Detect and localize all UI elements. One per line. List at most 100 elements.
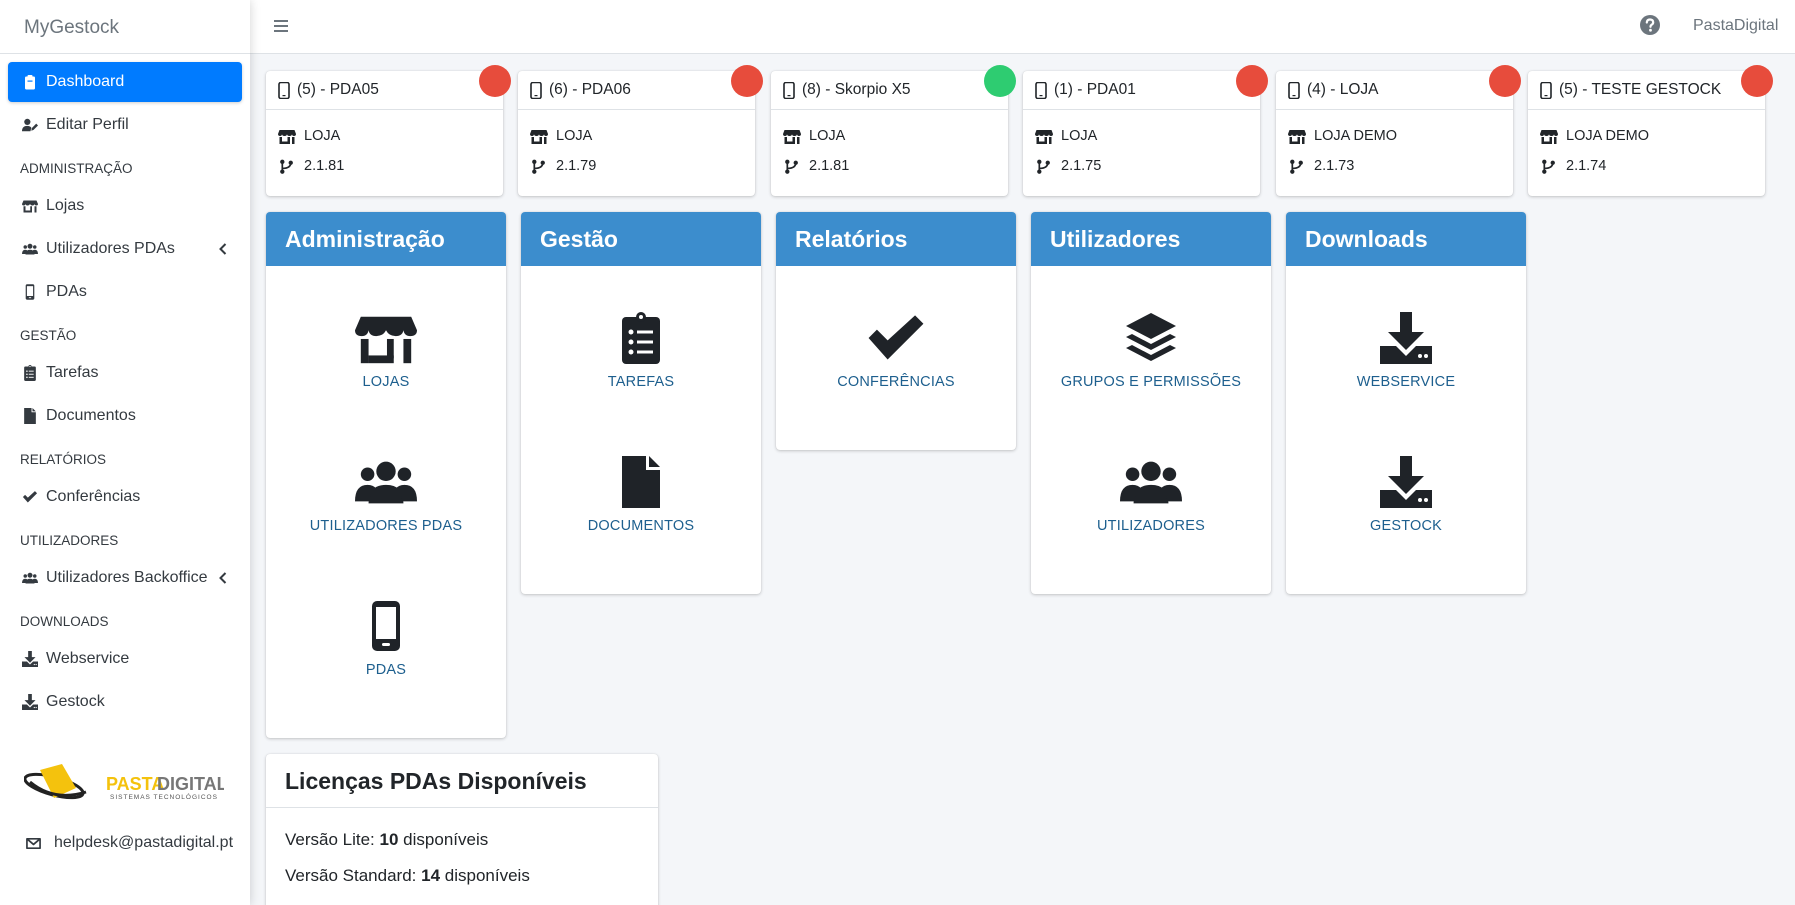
module-link-grupos-e-permissões[interactable]: GRUPOS E PERMISSÕES: [1031, 302, 1271, 390]
device-card[interactable]: (6) - PDA06 LOJA 2.1.79: [518, 65, 763, 196]
tasks-icon: [521, 312, 761, 364]
sidebar-header-11: UTILIZADORES: [20, 532, 119, 548]
device-version-number: 2.1.81: [809, 158, 850, 174]
store-icon: [1035, 129, 1061, 144]
sidebar-item-webservice[interactable]: Webservice: [8, 639, 242, 679]
device-store-name: LOJA DEMO: [1566, 128, 1649, 144]
mobile-icon: [278, 81, 297, 99]
device-version-number: 2.1.74: [1566, 158, 1607, 174]
status-dot-offline: [731, 65, 763, 97]
device-store: LOJA: [518, 126, 755, 146]
device-store-name: LOJA DEMO: [1314, 128, 1397, 144]
module-link-label: DOCUMENTOS: [587, 518, 695, 534]
licences-card: Licenças PDAs Disponíveis Versão Lite: 1…: [266, 754, 658, 905]
users-icon: [20, 240, 40, 258]
sidebar-header-9: RELATÓRIOS: [20, 451, 107, 467]
sidebar-item-tarefas[interactable]: Tarefas: [8, 353, 242, 393]
device-version: 2.1.81: [266, 156, 503, 176]
user-edit-icon: [20, 116, 40, 134]
clipboard-icon: [20, 73, 40, 91]
module-link-documentos[interactable]: DOCUMENTOS: [521, 446, 761, 534]
sidebar-item-label: Gestock: [46, 693, 105, 710]
module-link-label: PDAS: [365, 662, 407, 678]
device-version: 2.1.75: [1023, 156, 1260, 176]
check-icon: [776, 312, 1016, 364]
sidebar-item-documentos[interactable]: Documentos: [8, 396, 242, 436]
module-link-utilizadores[interactable]: UTILIZADORES: [1031, 446, 1271, 534]
status-dot-offline: [479, 65, 511, 97]
branch-icon: [783, 159, 809, 174]
help-icon[interactable]: [1639, 14, 1661, 36]
device-card[interactable]: (1) - PDA01 LOJA 2.1.75: [1023, 65, 1268, 196]
brand-title[interactable]: MyGestock: [0, 0, 250, 54]
sidebar-item-conferências[interactable]: Conferências: [8, 477, 242, 517]
device-card[interactable]: (8) - Skorpio X5 LOJA 2.1.81: [771, 65, 1016, 196]
device-header: (6) - PDA06: [518, 71, 755, 110]
sidebar-item-dashboard[interactable]: Dashboard: [8, 62, 242, 102]
sidebar-item-label: Lojas: [46, 197, 85, 214]
envelope-icon: [26, 837, 41, 849]
module-link-gestock[interactable]: GESTOCK: [1286, 446, 1526, 534]
download-icon: [20, 650, 40, 668]
branch-icon: [1540, 159, 1566, 174]
layers-icon: [1031, 312, 1271, 364]
file-icon: [521, 456, 761, 508]
sidebar-item-label: Dashboard: [46, 73, 125, 90]
module-link-utilizadores-pdas[interactable]: UTILIZADORES PDAS: [266, 446, 506, 534]
licence-standard-count: 14: [421, 866, 441, 885]
device-card[interactable]: (5) - TESTE GESTOCK LOJA DEMO 2.1.74: [1528, 65, 1773, 196]
device-store: LOJA DEMO: [1276, 126, 1513, 146]
device-name: (6) - PDA06: [549, 81, 631, 98]
module-card-gestão: Gestão TAREFAS DOCUMENTOS: [521, 212, 761, 594]
mobile-icon: [1288, 81, 1307, 99]
module-link-conferências[interactable]: CONFERÊNCIAS: [776, 302, 1016, 390]
branch-icon: [278, 159, 304, 174]
chevron-left-icon: [219, 243, 227, 255]
store-icon: [1288, 129, 1314, 144]
sidebar-item-editar-perfil[interactable]: Editar Perfil: [8, 105, 242, 145]
device-card[interactable]: (4) - LOJA LOJA DEMO 2.1.73: [1276, 65, 1521, 196]
svg-text:PASTA: PASTA: [106, 774, 164, 794]
device-header: (8) - Skorpio X5: [771, 71, 1008, 110]
sidebar-nav: Dashboard Editar Perfil ADMINISTRAÇÃO Lojas…: [0, 54, 250, 722]
sidebar-item-pdas[interactable]: PDAs: [8, 272, 242, 312]
mobile-icon: [1035, 81, 1054, 99]
sidebar-item-label: Documentos: [46, 407, 136, 424]
module-link-pdas[interactable]: PDAS: [266, 590, 506, 678]
device-header: (1) - PDA01: [1023, 71, 1260, 110]
device-name: (8) - Skorpio X5: [802, 81, 911, 98]
device-header: (5) - PDA05: [266, 71, 503, 110]
sidebar-item-utilizadores-pdas[interactable]: Utilizadores PDAs: [8, 229, 242, 269]
sidebar-item-label: Editar Perfil: [46, 116, 129, 133]
svg-text:DIGITAL: DIGITAL: [157, 774, 224, 794]
hamburger-icon[interactable]: [272, 17, 290, 35]
sidebar-item-lojas[interactable]: Lojas: [8, 186, 242, 226]
topbar: PastaDigital: [250, 0, 1795, 54]
status-dot-offline: [1489, 65, 1521, 97]
module-link-label: CONFERÊNCIAS: [837, 374, 955, 390]
sidebar-item-label: Conferências: [46, 488, 141, 505]
device-version: 2.1.74: [1528, 156, 1765, 176]
store-icon: [20, 197, 40, 215]
module-link-tarefas[interactable]: TAREFAS: [521, 302, 761, 390]
status-dot-online: [984, 65, 1016, 97]
sidebar-header-6: GESTÃO: [20, 327, 77, 343]
tasks-icon: [20, 364, 40, 382]
module-link-lojas[interactable]: LOJAS: [266, 302, 506, 390]
sidebar-item-gestock[interactable]: Gestock: [8, 682, 242, 722]
sidebar: MyGestock Dashboard Editar Perfil ADMINIST…: [0, 0, 250, 905]
module-title: Downloads: [1286, 212, 1526, 266]
helpdesk-link[interactable]: helpdesk@pastadigital.pt: [26, 834, 233, 852]
sidebar-header-2: ADMINISTRAÇÃO: [20, 160, 133, 176]
device-store: LOJA: [771, 126, 1008, 146]
device-name: (5) - PDA05: [297, 81, 379, 98]
sidebar-item-utilizadores-backoffice[interactable]: Utilizadores Backoffice: [8, 558, 242, 598]
device-name: (1) - PDA01: [1054, 81, 1136, 98]
device-header: (5) - TESTE GESTOCK: [1528, 71, 1765, 110]
module-link-webservice[interactable]: WEBSERVICE: [1286, 302, 1526, 390]
user-menu[interactable]: PastaDigital: [1693, 17, 1778, 35]
module-card-downloads: Downloads WEBSERVICE GESTOCK: [1286, 212, 1526, 594]
check-icon: [20, 488, 40, 506]
device-card[interactable]: (5) - PDA05 LOJA 2.1.81: [266, 65, 511, 196]
device-name: (5) - TESTE GESTOCK: [1559, 81, 1722, 98]
